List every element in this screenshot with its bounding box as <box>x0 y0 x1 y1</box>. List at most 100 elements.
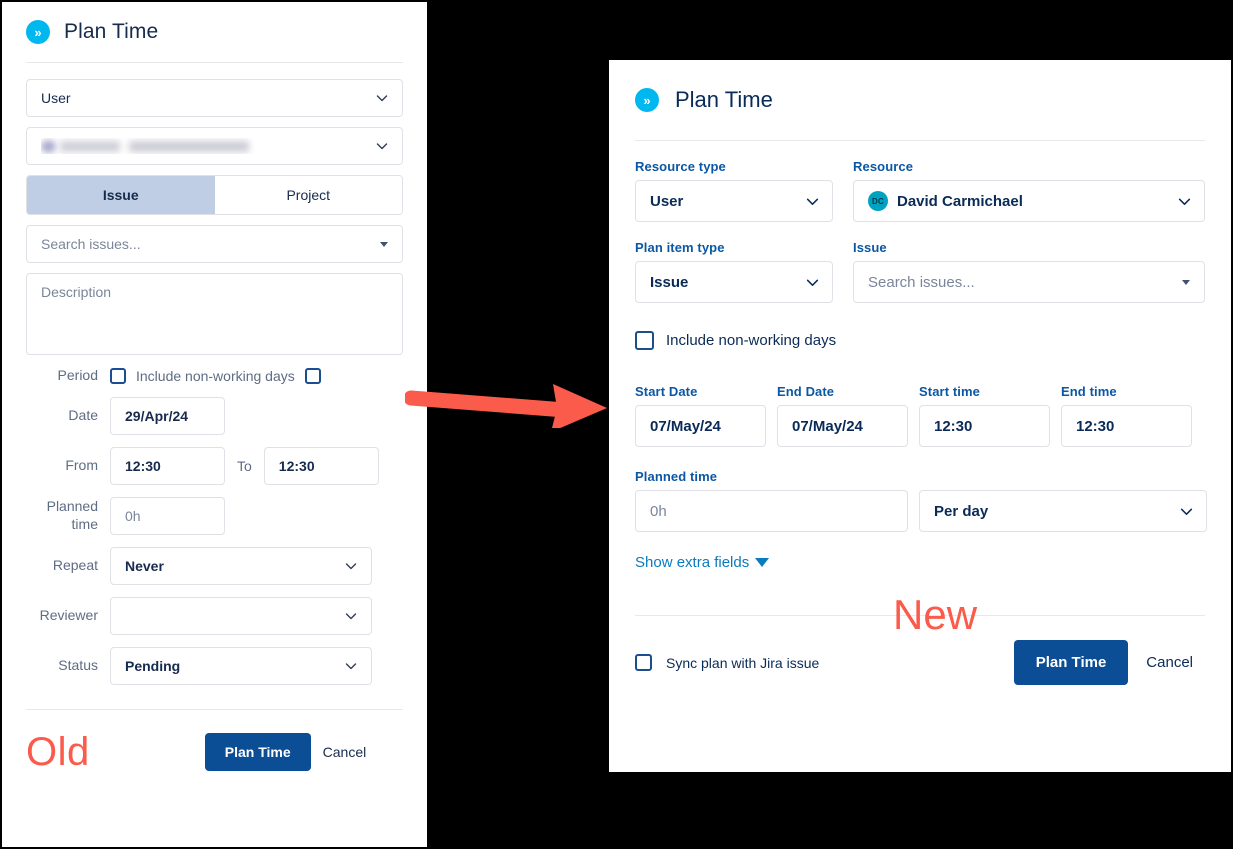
new-plan-item-type-select[interactable]: Issue <box>635 261 833 303</box>
chevron-down-icon <box>345 660 357 672</box>
new-resource-type-value: User <box>650 192 684 210</box>
new-start-date-label: Start Date <box>635 384 698 399</box>
new-end-date-label: End Date <box>777 384 835 399</box>
old-dialog-footer: Old Plan Time Cancel <box>26 710 403 772</box>
old-page-title: Plan Time <box>64 20 159 43</box>
new-planned-time-input[interactable]: 0h <box>635 490 908 532</box>
caret-down-icon <box>1182 279 1190 285</box>
new-header-divider <box>635 140 1205 141</box>
new-dialog-header: » Plan Time <box>635 60 1205 140</box>
old-period-checkbox[interactable] <box>110 367 126 384</box>
new-planned-time-section: Planned time 0h Per day <box>635 469 1207 532</box>
old-resource-type-value: User <box>41 90 71 106</box>
old-date-label: Date <box>68 406 98 423</box>
new-end-time-label: End time <box>1061 384 1117 399</box>
old-description-textarea[interactable]: Description <box>26 273 403 355</box>
screenshot-root: » Plan Time User Issue Project Search is… <box>0 0 1233 849</box>
old-status-value: Pending <box>125 657 181 674</box>
new-start-date-input[interactable]: 07/May/24 <box>635 405 766 447</box>
old-segment-project[interactable]: Project <box>214 176 402 214</box>
new-planned-time-unit-select[interactable]: Per day <box>919 490 1207 532</box>
old-repeat-value: Never <box>125 557 164 574</box>
new-include-non-working-days-row[interactable]: Include non-working days <box>635 331 1205 350</box>
new-issue-search-input[interactable]: Search issues... <box>853 261 1205 303</box>
new-include-non-working-days-checkbox[interactable] <box>635 331 654 350</box>
show-extra-fields-link[interactable]: Show extra fields <box>635 554 770 571</box>
sync-plan-checkbox[interactable] <box>635 654 652 671</box>
old-resource-select[interactable] <box>26 127 403 165</box>
old-planned-time-placeholder: 0h <box>125 507 141 524</box>
old-planned-time-label: Planned time <box>46 498 98 532</box>
transition-arrow-icon <box>405 384 607 428</box>
old-segment-issue[interactable]: Issue <box>27 176 215 214</box>
old-plan-item-type-toggle: Issue Project <box>26 175 403 215</box>
new-plan-time-button[interactable]: Plan Time <box>1013 640 1129 685</box>
new-issue-search-placeholder: Search issues... <box>868 273 975 291</box>
old-date-row: Date 29/Apr/24 <box>26 396 403 435</box>
chevron-down-icon <box>1180 505 1193 517</box>
new-end-time-value: 12:30 <box>1076 417 1115 435</box>
new-resource-value: David Carmichael <box>897 192 1023 210</box>
old-repeat-row: Repeat Never <box>26 546 403 585</box>
old-from-value: 12:30 <box>125 457 161 474</box>
new-planned-time-unit-value: Per day <box>934 502 989 520</box>
new-end-time-field: End time 12:30 <box>1061 384 1192 447</box>
old-planned-time-row: Planned time 0h <box>26 496 403 535</box>
old-reviewer-row: Reviewer <box>26 596 403 635</box>
old-date-value: 29/Apr/24 <box>125 407 189 424</box>
old-date-input[interactable]: 29/Apr/24 <box>110 396 225 435</box>
sync-plan-row[interactable]: Sync plan with Jira issue <box>635 654 819 671</box>
new-planned-time-label: Planned time <box>635 469 718 484</box>
new-include-non-working-days-label: Include non-working days <box>666 332 837 349</box>
new-start-date-field: Start Date 07/May/24 <box>635 384 766 447</box>
old-from-input[interactable]: 12:30 <box>110 446 225 485</box>
old-issue-search-input[interactable]: Search issues... <box>26 225 403 263</box>
sync-plan-label: Sync plan with Jira issue <box>666 654 820 671</box>
chevron-down-icon <box>345 560 357 572</box>
new-resource-select[interactable]: DC David Carmichael <box>853 180 1205 222</box>
old-annotation-label: Old <box>26 729 90 774</box>
chevron-down-icon <box>806 276 819 288</box>
old-header-divider <box>26 62 403 63</box>
new-planned-time-placeholder: 0h <box>650 502 667 520</box>
new-dialog-footer: Sync plan with Jira issue New Plan Time … <box>635 594 1205 685</box>
new-plan-item-type-field: Plan item type Issue <box>635 240 833 303</box>
new-end-date-field: End Date 07/May/24 <box>777 384 908 447</box>
new-resource-label: Resource <box>853 159 914 174</box>
new-start-time-input[interactable]: 12:30 <box>919 405 1050 447</box>
new-plan-item-type-value: Issue <box>650 273 689 291</box>
chevron-down-icon <box>345 610 357 622</box>
new-end-time-input[interactable]: 12:30 <box>1061 405 1192 447</box>
old-status-label: Status <box>58 656 98 673</box>
new-resource-type-select[interactable]: User <box>635 180 833 222</box>
chevron-down-icon <box>1178 195 1191 207</box>
chevron-down-icon <box>376 140 388 152</box>
new-footer-actions: Plan Time Cancel <box>1013 640 1205 685</box>
double-chevron-right-icon: » <box>635 88 659 112</box>
old-cancel-button[interactable]: Cancel <box>311 733 379 771</box>
new-resource-row: Resource type User Resource DC David Car… <box>635 159 1205 222</box>
old-period-row: Period Include non-working days <box>26 367 403 385</box>
old-to-input[interactable]: 12:30 <box>263 446 379 485</box>
chevron-down-icon <box>806 195 819 207</box>
old-planned-time-input[interactable]: 0h <box>110 496 225 535</box>
old-dialog-header: » Plan Time <box>26 2 403 62</box>
old-issue-search-placeholder: Search issues... <box>41 236 141 252</box>
old-reviewer-label: Reviewer <box>39 606 98 623</box>
old-status-select[interactable]: Pending <box>110 646 372 685</box>
old-plan-time-button[interactable]: Plan Time <box>204 732 311 771</box>
old-include-non-working-days-checkbox[interactable] <box>304 367 321 384</box>
old-resource-type-select[interactable]: User <box>26 79 403 117</box>
double-chevron-right-icon: » <box>26 20 50 44</box>
old-to-label: To <box>237 457 252 474</box>
new-end-date-input[interactable]: 07/May/24 <box>777 405 908 447</box>
new-resource-type-field: Resource type User <box>635 159 833 222</box>
new-start-time-field: Start time 12:30 <box>919 384 1050 447</box>
new-cancel-button[interactable]: Cancel <box>1134 640 1205 685</box>
old-period-label: Period <box>57 367 98 383</box>
chevron-down-icon <box>376 92 388 104</box>
old-status-row: Status Pending <box>26 646 403 685</box>
old-from-label: From <box>65 456 98 473</box>
old-reviewer-select[interactable] <box>110 596 372 635</box>
old-repeat-select[interactable]: Never <box>110 546 372 585</box>
